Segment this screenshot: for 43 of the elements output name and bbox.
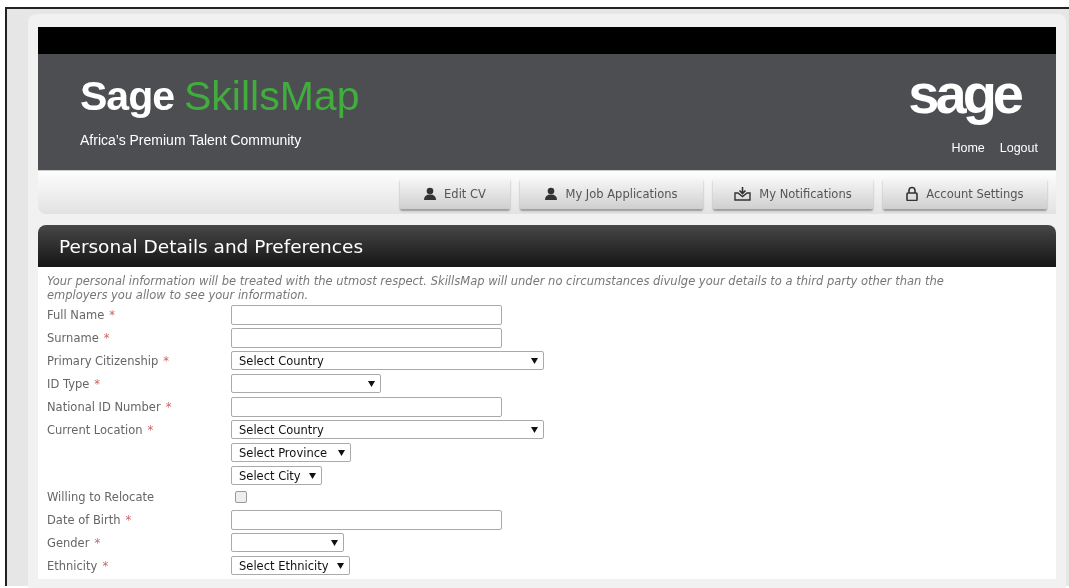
lock-icon — [906, 186, 919, 201]
person-icon — [545, 187, 558, 200]
caret-icon — [531, 357, 538, 364]
site-logo: Sage SkillsMap — [80, 72, 360, 120]
field-label: Full Name * — [47, 307, 116, 324]
caret-icon — [338, 449, 345, 456]
caret-icon — [337, 562, 344, 569]
privacy-notice: Your personal information will be treated with the utmost respect. SkillsMap will under no circumstances divulge your details to a third party other than the employers you allow to see your information. — [47, 274, 945, 302]
caret-icon — [331, 539, 338, 546]
dropdown[interactable]: Select Province — [231, 443, 351, 462]
dropdown[interactable]: Select City — [231, 466, 322, 485]
person-icon — [424, 187, 437, 200]
caret-icon — [531, 426, 538, 433]
field-label: Willing to Relocate — [47, 489, 156, 506]
field-label: Ethnicity * — [47, 558, 110, 575]
text-field[interactable] — [231, 510, 502, 530]
field-label: National ID Number * — [47, 399, 173, 416]
site-tagline: Africa’s Premium Talent Community — [80, 132, 303, 148]
dropdown[interactable]: Select Ethnicity — [231, 556, 350, 575]
field-label: Current Location * — [47, 422, 155, 439]
text-field[interactable] — [231, 328, 502, 348]
text-field[interactable] — [231, 305, 502, 325]
nav-button[interactable]: Edit CV — [400, 178, 510, 209]
dropdown[interactable]: Select Country — [231, 420, 544, 439]
nav-button[interactable]: My Notifications — [713, 178, 873, 209]
field-label: Surname * — [47, 330, 111, 347]
nav-button[interactable]: Account Settings — [883, 178, 1047, 209]
caret-icon — [368, 380, 375, 387]
dropdown[interactable] — [231, 374, 381, 393]
field-label: Primary Citizenship * — [47, 353, 170, 370]
section-title: Personal Details and Preferences — [38, 225, 1056, 267]
nav-button[interactable]: My Job Applications — [520, 178, 703, 209]
text-field[interactable] — [231, 397, 502, 417]
inbox-download-icon — [734, 186, 752, 201]
field-label: Date of Birth * — [47, 512, 133, 529]
field-label: Gender * — [47, 535, 102, 552]
nav-link[interactable]: Home — [951, 141, 985, 155]
nav-link[interactable]: Logout — [999, 141, 1038, 155]
field-label: ID Type * — [47, 376, 102, 393]
dropdown[interactable]: Select Country — [231, 351, 544, 370]
dropdown[interactable] — [231, 533, 344, 552]
checkbox[interactable] — [235, 491, 247, 503]
caret-icon — [309, 472, 316, 479]
